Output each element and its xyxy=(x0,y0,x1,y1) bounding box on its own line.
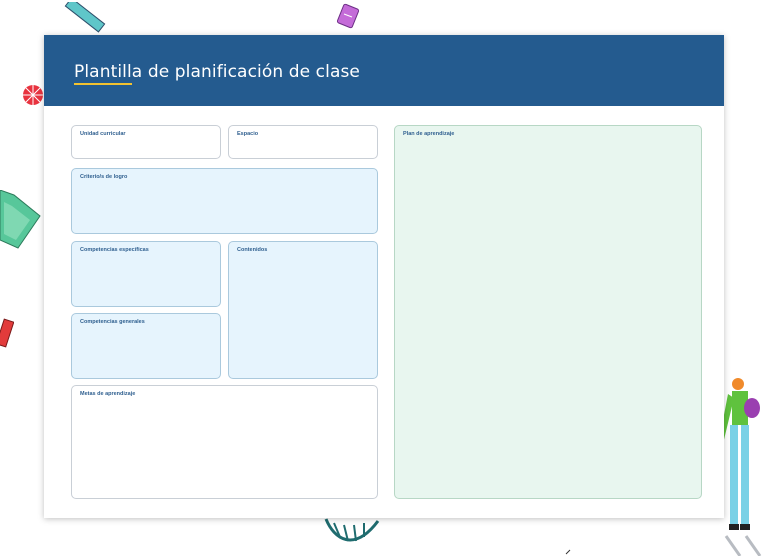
plan-aprendizaje-field[interactable]: Plan de aprendizaje xyxy=(394,125,702,499)
criterio-logro-label: Criterio/s de logro xyxy=(80,174,128,180)
coral-icon xyxy=(23,85,43,105)
competencias-generales-field[interactable]: Competencias generales xyxy=(71,313,221,379)
contenidos-field[interactable]: Contenidos xyxy=(228,241,378,379)
competencias-generales-label: Competencias generales xyxy=(80,319,145,325)
plan-aprendizaje-label: Plan de aprendizaje xyxy=(403,131,455,137)
title-underline xyxy=(74,83,132,85)
page-title: Plantilla de planificación de clase xyxy=(74,62,360,82)
espacio-field[interactable]: Espacio xyxy=(228,125,378,159)
unidad-curricular-label: Unidad curricular xyxy=(80,131,126,137)
competencias-especificas-field[interactable]: Competencias específicas xyxy=(71,241,221,307)
competencias-especificas-label: Competencias específicas xyxy=(80,247,149,253)
laptop-icon xyxy=(0,190,41,249)
leaf-icon xyxy=(324,518,380,542)
small-dot xyxy=(565,549,571,555)
header-bar: Plantilla de planificación de clase xyxy=(44,35,724,106)
unidad-curricular-field[interactable]: Unidad curricular xyxy=(71,125,221,159)
metas-aprendizaje-label: Metas de aprendizaje xyxy=(80,391,136,397)
planning-template-card: Plantilla de planificación de clase Unid… xyxy=(44,35,724,518)
espacio-label: Espacio xyxy=(237,131,259,137)
red-book-icon xyxy=(0,318,14,348)
notebook-icon xyxy=(336,3,360,29)
criterio-logro-field[interactable]: Criterio/s de logro xyxy=(71,168,378,234)
contenidos-label: Contenidos xyxy=(237,247,268,253)
metas-aprendizaje-field[interactable]: Metas de aprendizaje xyxy=(71,385,378,499)
